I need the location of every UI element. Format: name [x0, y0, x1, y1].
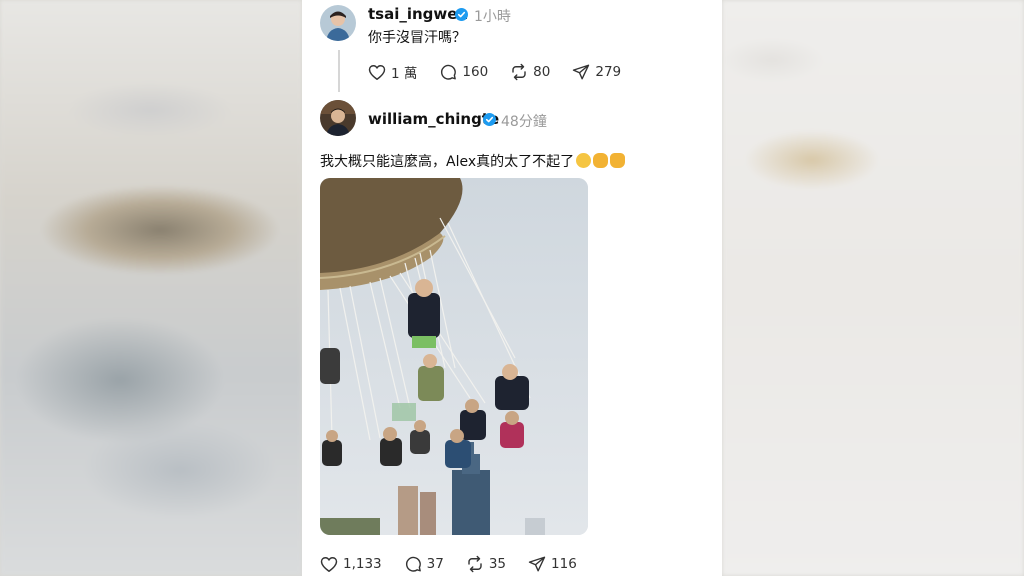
thumbs-up-emoji-icon [610, 153, 626, 168]
swing-ride-photo[interactable] [320, 178, 588, 535]
share-button[interactable]: 279 [572, 63, 621, 81]
like-button[interactable]: 1,133 [320, 556, 382, 573]
share-button[interactable]: 116 [528, 555, 577, 573]
post2-text-line: 我大概只能這麼高，Alex真的太了不起了 [320, 151, 626, 171]
grinning-sweat-emoji-icon [576, 153, 592, 168]
like-count: 1 萬 [391, 66, 418, 82]
heart-icon [368, 64, 386, 80]
verified-badge-icon [483, 113, 496, 126]
like-button[interactable]: 1 萬 [368, 62, 417, 82]
reply-count: 160 [462, 64, 489, 80]
send-icon [528, 556, 546, 572]
repost-count: 80 [533, 64, 551, 80]
reply-count: 37 [426, 556, 444, 572]
avatar-tsai[interactable] [320, 5, 356, 41]
post2-actions: 1,133 37 35 116 [320, 555, 599, 573]
verified-badge-icon [455, 8, 468, 21]
share-count: 116 [551, 556, 577, 572]
post2-username[interactable]: william_chingte [368, 110, 499, 128]
post1-username[interactable]: tsai_ingwen [368, 5, 468, 23]
avatar-william[interactable] [320, 100, 356, 136]
send-icon [573, 64, 590, 80]
post1-actions: 1 萬 160 80 279 [368, 62, 643, 82]
repost-button[interactable]: 80 [510, 63, 550, 81]
repost-count: 35 [488, 556, 507, 572]
repost-icon [512, 63, 526, 81]
comment-icon [405, 556, 421, 572]
swing-ride-image [320, 178, 588, 535]
post1-time: 1小時 [474, 9, 511, 25]
post2-time: 48分鐘 [501, 114, 547, 130]
repost-button[interactable]: 35 [466, 555, 506, 573]
like-count: 1,133 [343, 556, 382, 572]
comment-icon [441, 64, 457, 80]
repost-icon [468, 555, 482, 573]
blurred-background-left [0, 0, 302, 576]
threads-post-panel: tsai_ingwen 1小時 你手沒冒汗嗎？ 1 萬 160 80 279 w… [302, 0, 722, 576]
post1-text: 你手沒冒汗嗎？ [368, 30, 466, 46]
reply-button[interactable]: 37 [404, 555, 444, 573]
blurred-background-right [722, 0, 1024, 576]
share-count: 279 [595, 64, 622, 80]
thread-connector-line [338, 50, 340, 92]
clapping-hands-emoji-icon [593, 153, 609, 168]
reply-button[interactable]: 160 [439, 63, 488, 81]
heart-icon [320, 556, 338, 572]
post2-text: 我大概只能這麼高，Alex真的太了不起了 [320, 154, 575, 170]
